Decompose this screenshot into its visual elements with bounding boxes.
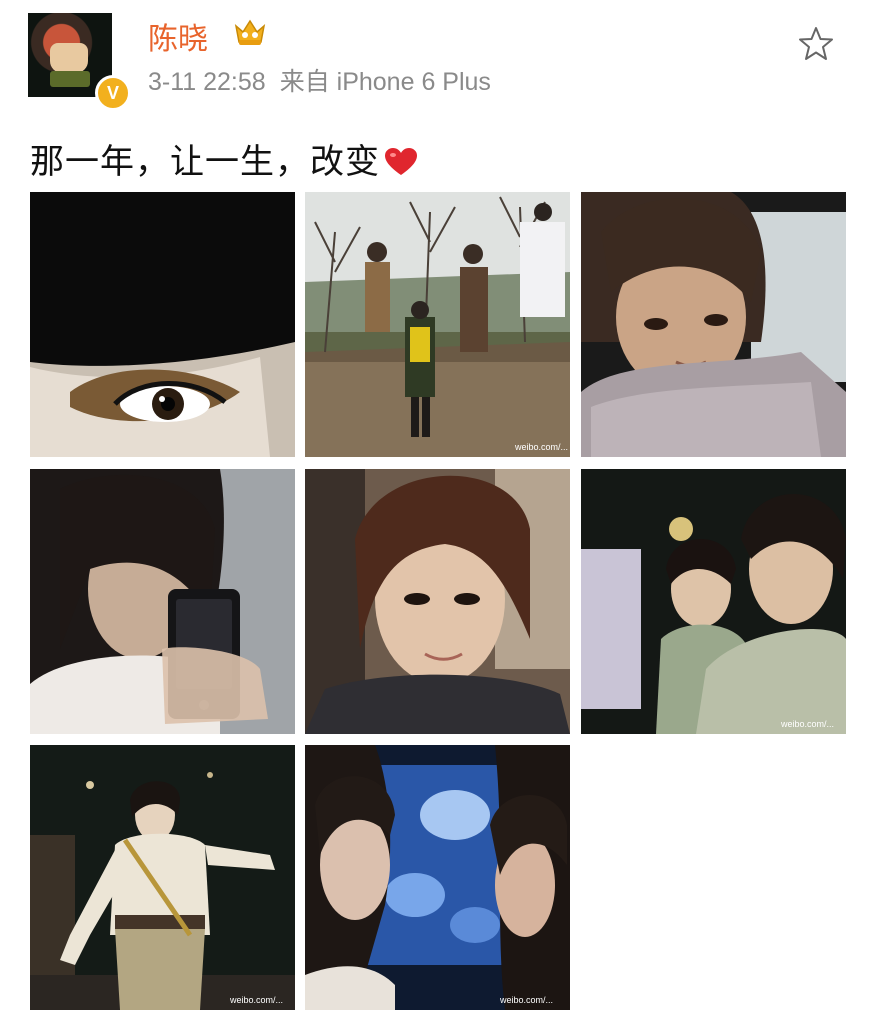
- photo-grid: weibo.com/... weibo.com/... weibo.com/..…: [30, 192, 846, 1012]
- star-icon[interactable]: [797, 25, 835, 63]
- photo-selfie-closeup[interactable]: [305, 469, 570, 734]
- post-body: 那一年，让一生，改变: [30, 142, 380, 182]
- username[interactable]: 陈晓: [148, 14, 208, 58]
- photo-watermark: weibo.com/...: [514, 442, 568, 452]
- avatar-glass: [50, 71, 90, 87]
- post-time: 3-11 22:58: [148, 68, 266, 96]
- avatar-face: [50, 43, 88, 73]
- photo-watermark: weibo.com/...: [229, 995, 283, 1005]
- photo-group-selfie[interactable]: weibo.com/...: [581, 469, 846, 734]
- photo-watermark: weibo.com/...: [780, 719, 834, 729]
- post-text: 那一年，让一生，改变: [30, 134, 418, 183]
- photo-forest-jump[interactable]: weibo.com/...: [305, 192, 570, 457]
- post-meta: 3-11 22:58 来自 iPhone 6 Plus: [148, 62, 491, 98]
- verified-badge: V: [95, 75, 131, 111]
- photo-night-costume[interactable]: weibo.com/...: [30, 745, 295, 1010]
- crown-icon: [234, 19, 266, 45]
- photo-scarf-portrait[interactable]: [581, 192, 846, 457]
- heart-icon: [385, 148, 417, 175]
- post-source[interactable]: 来自 iPhone 6 Plus: [280, 68, 491, 96]
- photo-mirror-selfie[interactable]: [30, 469, 295, 734]
- photo-eye-closeup[interactable]: [30, 192, 295, 457]
- photo-watermark: weibo.com/...: [499, 995, 553, 1005]
- photo-two-faces[interactable]: weibo.com/...: [305, 745, 570, 1010]
